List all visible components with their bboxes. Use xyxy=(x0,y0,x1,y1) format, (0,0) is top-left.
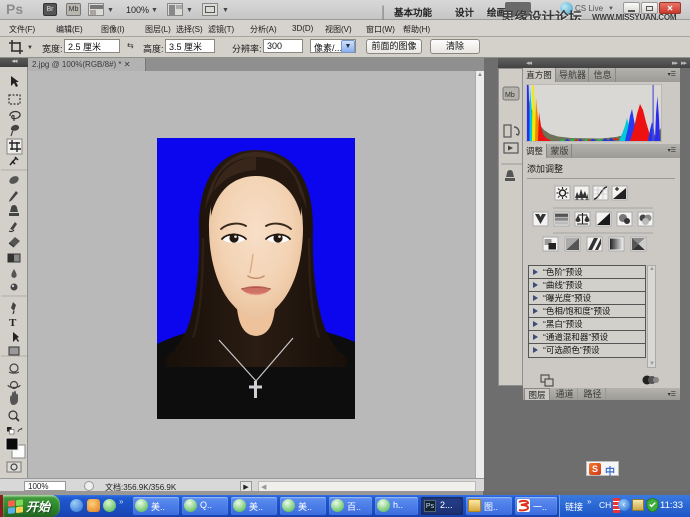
svg-text:T: T xyxy=(9,317,17,329)
svg-text:Mb: Mb xyxy=(505,92,515,99)
